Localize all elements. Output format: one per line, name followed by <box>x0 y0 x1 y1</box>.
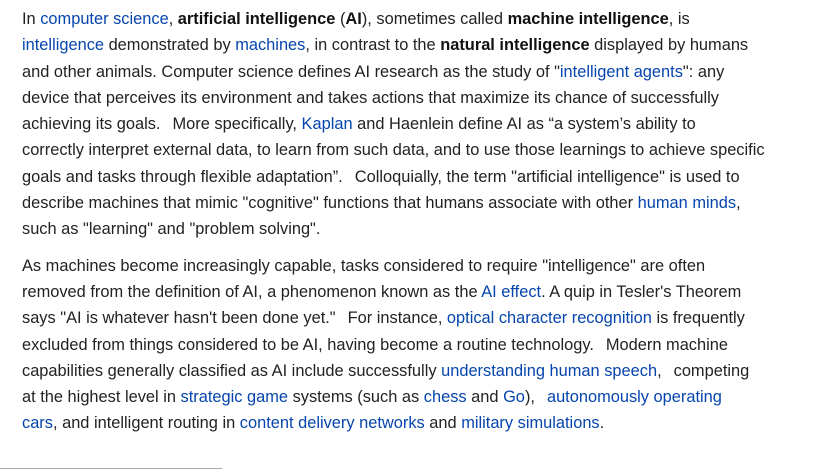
text-line: removed from the definition of AI, a phe… <box>22 279 822 305</box>
text-line: cars, and intelligent routing in content… <box>22 410 822 436</box>
text: displayed by humans <box>589 36 749 55</box>
text-line: correctly interpret external data, to le… <box>22 141 765 160</box>
text: capabilities generally classified as AI … <box>22 361 442 380</box>
text: systems (such as <box>288 388 424 407</box>
link-intelligence[interactable]: intelligence <box>22 36 104 54</box>
link-optical-character-recognition[interactable]: optical character recognition <box>447 309 652 327</box>
link-machines[interactable]: machines <box>235 36 305 54</box>
link-cars[interactable]: cars <box>22 414 53 432</box>
link-ai-effect[interactable]: AI effect <box>481 283 541 301</box>
text-line: As machines become increasingly capable,… <box>22 256 706 275</box>
text: , <box>168 10 178 28</box>
text: competing <box>673 361 750 380</box>
text: and Haenlein define AI as “a system’s ab… <box>352 115 696 134</box>
text-line: says "AI is whatever hasn't been done ye… <box>22 305 822 331</box>
link-autonomously-operating[interactable]: autonomously operating <box>547 388 722 406</box>
text: Modern machine <box>605 335 728 354</box>
link-military-simulations[interactable]: military simulations <box>461 414 599 432</box>
text-line: intelligence demonstrated by machines, i… <box>22 32 822 58</box>
link-chess[interactable]: chess <box>424 388 467 406</box>
text: goals and tasks through flexible adaptat… <box>22 167 343 186</box>
text: ), <box>524 388 535 407</box>
link-strategic-game[interactable]: strategic game <box>181 388 289 406</box>
term-machine-intelligence: machine intelligence <box>507 10 669 28</box>
divider <box>0 468 222 469</box>
term-artificial-intelligence: artificial intelligence <box>177 10 336 28</box>
text: . A quip in Tesler's Theorem <box>541 282 742 301</box>
text: ( <box>335 10 346 28</box>
text-line: goals and tasks through flexible adaptat… <box>22 164 822 190</box>
text: and <box>424 414 462 433</box>
text: demonstrated by <box>104 36 236 55</box>
text-line: In computer science, artificial intellig… <box>22 6 822 32</box>
link-intelligent-agents[interactable]: intelligent agents <box>560 63 683 81</box>
link-computer-science[interactable]: computer science <box>40 10 168 28</box>
text: . <box>599 414 605 433</box>
article-body: In computer science, artificial intellig… <box>0 0 822 437</box>
text-line: achieving its goals. More specifically, K… <box>22 111 822 137</box>
text: , <box>657 361 662 380</box>
text: , and intelligent routing in <box>52 414 240 433</box>
link-understanding-human-speech[interactable]: understanding human speech <box>441 362 657 380</box>
text: , is <box>668 10 690 28</box>
term-natural-intelligence: natural intelligence <box>440 36 590 55</box>
text: achieving its goals. <box>22 115 161 134</box>
text: More specifically, <box>172 115 302 134</box>
text: , <box>736 194 741 213</box>
text-line: describe machines that mimic "cognitive"… <box>22 190 822 216</box>
term-ai: AI <box>345 10 362 28</box>
text-line: device that perceives its environment an… <box>22 88 719 107</box>
text: excluded from things considered to be AI… <box>22 335 594 354</box>
text: , in contrast to the <box>305 36 441 55</box>
text-line: and other animals. Computer science defi… <box>22 59 822 85</box>
text: is frequently <box>651 309 745 328</box>
text: Colloquially, the term "artificial intel… <box>354 167 740 186</box>
text-line: at the highest level in strategic game s… <box>22 384 822 410</box>
link-content-delivery-networks[interactable]: content delivery networks <box>240 414 425 432</box>
text-line: excluded from things considered to be AI… <box>22 332 822 358</box>
text: removed from the definition of AI, a phe… <box>22 282 482 301</box>
text: at the highest level in <box>22 388 181 407</box>
text-line: such as "learning" and "problem solving"… <box>22 220 321 239</box>
text: describe machines that mimic "cognitive"… <box>22 194 638 213</box>
paragraph-2: As machines become increasingly capable,… <box>22 253 822 437</box>
paragraph-1: In computer science, artificial intellig… <box>22 6 822 243</box>
text-line: capabilities generally classified as AI … <box>22 358 822 384</box>
link-human-minds[interactable]: human minds <box>638 194 736 212</box>
text: ": any <box>682 62 725 81</box>
text: says "AI is whatever hasn't been done ye… <box>22 309 336 328</box>
text: For instance, <box>347 309 447 328</box>
link-kaplan[interactable]: Kaplan <box>302 115 353 133</box>
link-go[interactable]: Go <box>503 388 525 406</box>
text: and other animals. Computer science defi… <box>22 62 560 81</box>
text: and <box>466 388 504 407</box>
text: In <box>22 10 41 28</box>
text: ), sometimes called <box>361 10 508 28</box>
